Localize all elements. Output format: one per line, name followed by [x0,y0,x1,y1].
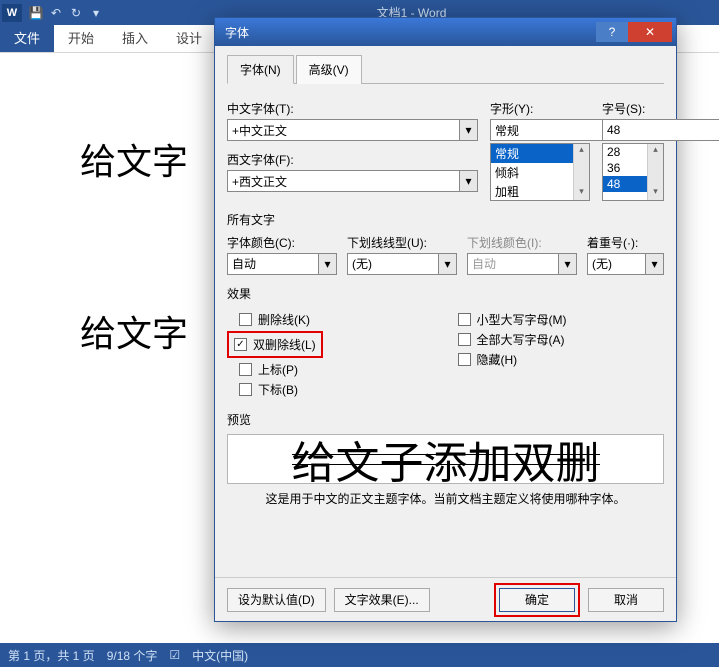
underline-color-label: 下划线颜色(I): [467,234,577,251]
undo-icon[interactable]: ↶ [46,3,66,23]
font-color-combo[interactable]: 自动▾ [227,253,337,275]
underline-color-combo: 自动▾ [467,253,577,275]
style-listbox[interactable]: 常规 倾斜 加粗 ▴▾ [490,143,590,201]
allcaps-checkbox[interactable]: 全部大写字母(A) [458,331,665,348]
underline-style-label: 下划线线型(U): [347,234,457,251]
style-label: 字形(Y): [490,100,590,117]
en-font-label: 西文字体(F): [227,151,478,168]
qat-dropdown-icon[interactable]: ▾ [86,3,106,23]
help-button[interactable]: ? [596,22,628,42]
word-icon: W [2,4,22,22]
cn-font-label: 中文字体(T): [227,100,478,117]
effects-label: 效果 [227,285,664,302]
tab-design[interactable]: 设计 [162,23,216,52]
en-font-input[interactable] [227,170,460,192]
emphasis-combo[interactable]: (无)▾ [587,253,664,275]
dialog-titlebar[interactable]: 字体 ? ✕ [215,18,676,46]
status-page[interactable]: 第 1 页，共 1 页 [8,647,95,664]
save-icon[interactable]: 💾 [26,3,46,23]
preview-label: 预览 [227,411,664,428]
tab-insert[interactable]: 插入 [108,23,162,52]
all-text-label: 所有文字 [227,211,664,228]
status-words[interactable]: 9/18 个字 [107,647,158,664]
double-strike-checkbox[interactable]: ✓双删除线(L) [234,336,316,353]
text-effects-button[interactable]: 文字效果(E)... [334,588,430,612]
cancel-button[interactable]: 取消 [588,588,664,612]
set-default-button[interactable]: 设为默认值(D) [227,588,326,612]
close-button[interactable]: ✕ [628,22,672,42]
highlight-ok: 确定 [494,583,580,617]
size-input-combo[interactable] [602,119,664,141]
en-font-combo[interactable]: ▾ [227,170,478,192]
cn-font-combo[interactable]: ▾ [227,119,478,141]
font-dialog: 字体 ? ✕ 字体(N) 高级(V) 中文字体(T): ▾ 西文字体(F): ▾ [214,17,677,622]
chevron-down-icon[interactable]: ▾ [439,253,457,275]
status-lang[interactable]: 中文(中国) [192,647,248,664]
preview-text: 给文子添加双删 [292,434,600,484]
status-bar: 第 1 页，共 1 页 9/18 个字 ☑ 中文(中国) [0,643,719,667]
subscript-checkbox[interactable]: 下标(B) [239,381,446,398]
chevron-down-icon[interactable]: ▾ [460,119,478,141]
smallcaps-checkbox[interactable]: 小型大写字母(M) [458,311,665,328]
dialog-body: 字体(N) 高级(V) 中文字体(T): ▾ 西文字体(F): ▾ 字形(Y): [215,46,676,577]
dialog-title-text: 字体 [225,24,249,41]
redo-icon[interactable]: ↻ [66,3,86,23]
tab-home[interactable]: 开始 [54,23,108,52]
chevron-down-icon[interactable]: ▾ [646,253,664,275]
preview-box: 给文子添加双删 [227,434,664,484]
ok-button[interactable]: 确定 [499,588,575,612]
tab-advanced[interactable]: 高级(V) [296,55,362,84]
chevron-down-icon[interactable]: ▾ [460,170,478,192]
size-input[interactable] [602,119,719,141]
underline-style-combo[interactable]: (无)▾ [347,253,457,275]
status-proofing-icon[interactable]: ☑ [169,648,180,662]
style-input-combo[interactable] [490,119,590,141]
dialog-tabs: 字体(N) 高级(V) [227,54,664,84]
cn-font-input[interactable] [227,119,460,141]
emphasis-label: 着重号(·): [587,234,664,251]
tab-font[interactable]: 字体(N) [227,55,294,84]
size-label: 字号(S): [602,100,664,117]
preview-desc: 这是用于中文的正文主题字体。当前文档主题定义将使用哪种字体。 [227,490,664,507]
highlight-double-strike: ✓双删除线(L) [227,331,323,358]
scrollbar[interactable]: ▴▾ [573,144,589,200]
chevron-down-icon: ▾ [559,253,577,275]
superscript-checkbox[interactable]: 上标(P) [239,361,446,378]
dialog-footer: 设为默认值(D) 文字效果(E)... 确定 取消 [215,577,676,621]
font-color-label: 字体颜色(C): [227,234,337,251]
tab-file[interactable]: 文件 [0,23,54,52]
chevron-down-icon[interactable]: ▾ [319,253,337,275]
hidden-checkbox[interactable]: 隐藏(H) [458,351,665,368]
scrollbar[interactable]: ▴▾ [647,144,663,200]
size-listbox[interactable]: 28 36 48 ▴▾ [602,143,664,201]
strike-checkbox[interactable]: 删除线(K) [239,311,446,328]
